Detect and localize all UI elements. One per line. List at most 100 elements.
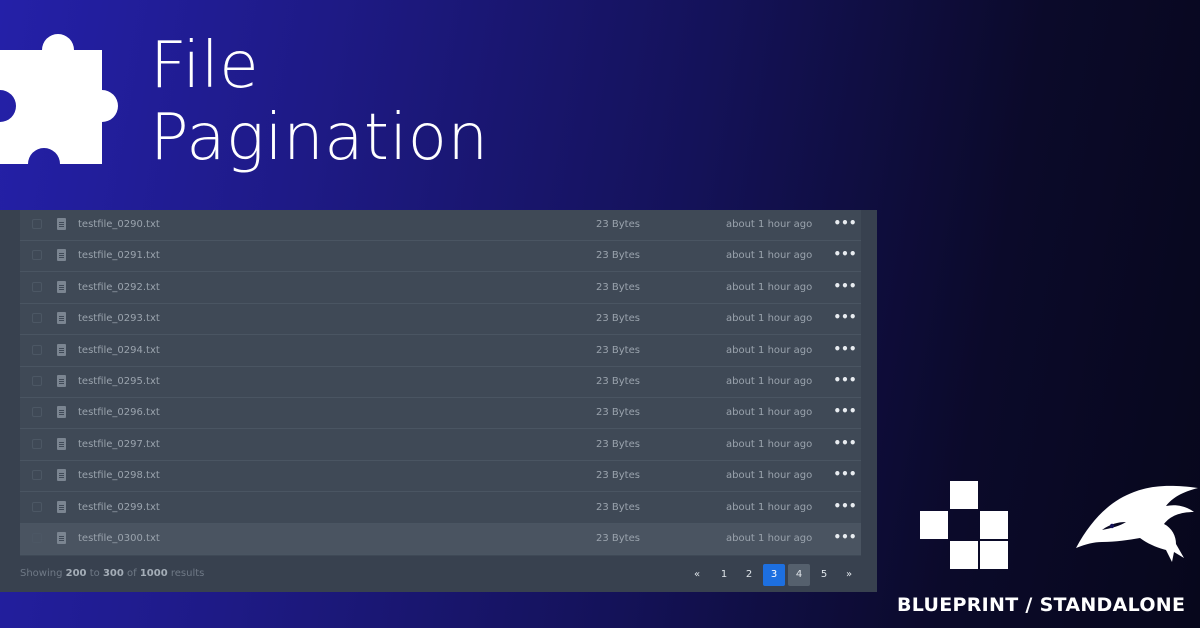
file-size: 23 Bytes [596,376,640,387]
file-modified: about 1 hour ago [726,533,813,544]
results-label: results [170,568,205,579]
file-name[interactable]: testfile_0295.txt [78,376,160,387]
results-total: 1000 [139,568,168,579]
more-actions-icon[interactable]: ••• [833,371,857,391]
file-icon [57,469,66,482]
row-checkbox[interactable] [32,470,42,481]
page-button-2[interactable]: 2 [738,564,760,586]
row-checkbox[interactable] [32,501,42,512]
table-row[interactable]: testfile_0298.txt 23 Bytes about 1 hour ag… [20,461,861,493]
file-name[interactable]: testfile_0293.txt [78,313,160,324]
file-size: 23 Bytes [596,250,640,262]
page-button-4[interactable]: 4 [788,564,810,586]
file-icon [57,280,66,293]
page-title: File Pagination [150,30,489,174]
more-actions-icon[interactable]: ••• [833,245,857,265]
page-button-1[interactable]: 1 [713,564,735,586]
file-icon [57,312,66,325]
file-size: 23 Bytes [596,438,640,450]
file-size: 23 Bytes [596,281,640,293]
table-row[interactable]: testfile_0297.txt 23 Bytes about 1 hour ag… [20,430,861,461]
table-row[interactable]: testfile_0293.txt 23 Bytes about 1 hour ag… [20,304,861,336]
table-row[interactable]: testfile_0299.txt 23 Bytes about 1 hour ag… [20,493,861,524]
file-name[interactable]: testfile_0300.txt [78,533,160,544]
file-modified: about 1 hour ago [726,219,813,230]
file-name[interactable]: testfile_0294.txt [78,345,160,356]
table-row[interactable]: testfile_0291.txt 23 Bytes about 1 hour ag… [20,241,861,273]
results-to: 300 [102,568,124,579]
title-line-1: File [150,29,260,103]
file-icon [57,532,66,544]
file-icon [57,437,66,450]
file-name[interactable]: testfile_0297.txt [78,439,160,450]
file-size: 23 Bytes [596,313,640,325]
row-checkbox[interactable] [32,344,42,355]
more-actions-icon[interactable]: ••• [833,528,857,548]
file-modified: about 1 hour ago [726,438,813,450]
more-actions-icon[interactable]: ••• [833,497,857,517]
file-modified: about 1 hour ago [726,407,813,419]
brand-label: BLUEPRINT / STANDALONE [897,594,1186,616]
more-actions-icon[interactable]: ••• [833,277,857,297]
more-actions-icon[interactable]: ••• [833,214,857,234]
more-actions-icon[interactable]: ••• [833,465,857,485]
results-to-label: to [89,568,100,579]
page-button-3[interactable]: 3 [763,564,785,586]
table-row[interactable]: testfile_0300.txt 23 Bytes about 1 hour ag… [20,524,861,555]
table-row[interactable]: testfile_0292.txt 23 Bytes about 1 hour ag… [20,273,861,304]
file-icon [57,249,66,262]
row-checkbox[interactable] [32,250,42,261]
puzzle-piece-icon [0,34,118,164]
row-checkbox[interactable] [32,438,42,449]
results-summary: Showing 200 to 300 of 1000 results [20,568,204,579]
file-modified: about 1 hour ago [726,376,813,387]
file-modified: about 1 hour ago [726,250,813,262]
blueprint-logo-icon [920,481,1008,569]
table-row[interactable]: testfile_0294.txt 23 Bytes about 1 hour ag… [20,336,861,367]
pagination-next-button[interactable]: » [838,564,860,586]
file-table: testfile_0290.txt 23 Bytes about 1 hour ag… [20,210,861,556]
results-of-label: of [127,568,137,579]
file-name[interactable]: testfile_0296.txt [78,407,160,418]
file-name[interactable]: testfile_0298.txt [78,470,160,481]
file-size: 23 Bytes [596,407,640,419]
more-actions-icon[interactable]: ••• [833,308,857,328]
table-row[interactable]: testfile_0296.txt 23 Bytes about 1 hour ag… [20,398,861,430]
file-size: 23 Bytes [596,501,640,513]
file-table-panel: testfile_0290.txt 23 Bytes about 1 hour ag… [0,210,877,592]
more-actions-icon[interactable]: ••• [833,340,857,360]
file-name[interactable]: testfile_0291.txt [78,250,160,261]
page-button-5[interactable]: 5 [813,564,835,586]
table-row[interactable]: testfile_0290.txt 23 Bytes about 1 hour ag… [20,210,861,241]
title-line-2: Pagination [150,101,489,175]
row-checkbox[interactable] [32,219,42,229]
pagination-prev-button[interactable]: « [686,564,708,586]
row-checkbox[interactable] [32,313,42,324]
file-size: 23 Bytes [596,344,640,356]
file-size: 23 Bytes [596,533,640,544]
table-row[interactable]: testfile_0295.txt 23 Bytes about 1 hour ag… [20,367,861,398]
results-showing-label: Showing [20,568,63,579]
file-icon [57,500,66,513]
results-from: 200 [65,568,87,579]
file-modified: about 1 hour ago [726,470,813,482]
file-modified: about 1 hour ago [726,281,813,293]
file-modified: about 1 hour ago [726,313,813,325]
file-size: 23 Bytes [596,219,640,230]
file-name[interactable]: testfile_0290.txt [78,219,160,230]
file-icon [57,343,66,356]
file-modified: about 1 hour ago [726,501,813,513]
file-icon [57,375,66,387]
file-name[interactable]: testfile_0299.txt [78,502,160,513]
file-icon [57,406,66,419]
row-checkbox[interactable] [32,533,42,543]
row-checkbox[interactable] [32,281,42,292]
row-checkbox[interactable] [32,376,42,386]
raven-logo-icon [1076,485,1198,562]
file-icon [57,218,66,230]
row-checkbox[interactable] [32,407,42,418]
more-actions-icon[interactable]: ••• [833,434,857,454]
file-name[interactable]: testfile_0292.txt [78,282,160,293]
file-modified: about 1 hour ago [726,344,813,356]
more-actions-icon[interactable]: ••• [833,402,857,422]
